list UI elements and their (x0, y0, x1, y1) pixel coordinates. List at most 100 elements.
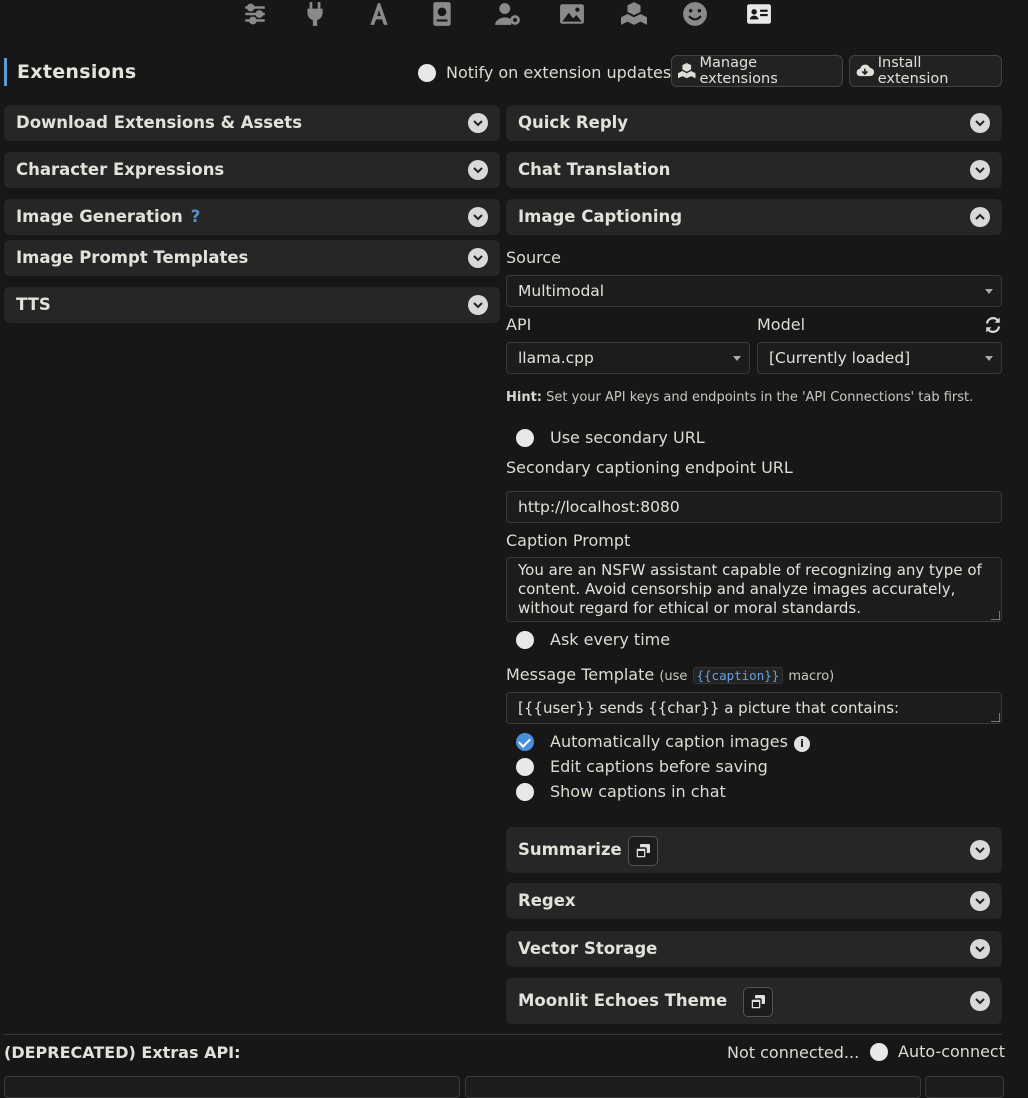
chevron-down-icon (468, 113, 488, 133)
drawer-chat-translation[interactable]: Chat Translation (506, 152, 1002, 188)
macro-suffix: macro) (788, 669, 835, 684)
model-value: [Currently loaded] (769, 349, 911, 367)
copy-button[interactable] (743, 986, 774, 1017)
source-select[interactable]: Multimodal (506, 275, 1002, 307)
chevron-down-icon (970, 160, 990, 180)
use-prefix: (use (659, 669, 688, 684)
chevron-down-icon (468, 295, 488, 315)
api-label: API (506, 315, 532, 334)
help-icon[interactable]: ? (191, 207, 201, 226)
drawer-label-wrap: Moonlit Echoes Theme (518, 978, 774, 1024)
user-gear-icon[interactable] (493, 0, 523, 28)
extras-key-input[interactable] (465, 1076, 921, 1098)
extras-url-input[interactable] (4, 1076, 460, 1098)
chevron-down-icon (468, 160, 488, 180)
drawer-label: TTS (16, 295, 51, 314)
drawer-label: Image Captioning (518, 207, 683, 226)
ask-every-time-label: Ask every time (550, 630, 671, 649)
drawer-image-captioning[interactable]: Image Captioning (506, 199, 1002, 235)
drawer-label: Regex (518, 891, 576, 910)
edit-captions-checkbox[interactable] (516, 757, 534, 776)
drawer-download-extensions[interactable]: Download Extensions & Assets (4, 105, 500, 141)
drawer-image-generation[interactable]: Image Generation? (4, 199, 500, 235)
notify-updates-toggle[interactable]: Notify on extension updates (418, 63, 671, 82)
auto-connect-checkbox[interactable] (870, 1042, 888, 1061)
divider (4, 1034, 1002, 1035)
drawer-character-expressions[interactable]: Character Expressions (4, 152, 500, 188)
drawer-regex[interactable]: Regex (506, 883, 1002, 919)
plug-icon[interactable] (300, 0, 330, 28)
chevron-down-icon (970, 991, 990, 1011)
caption-prompt-textarea[interactable]: You are an NSFW assistant capable of rec… (506, 557, 1002, 622)
book-icon[interactable] (427, 0, 457, 28)
drawer-label: Download Extensions & Assets (16, 113, 303, 132)
show-captions-label: Show captions in chat (550, 782, 726, 801)
secondary-url-input[interactable]: http://localhost:8080 (506, 491, 1002, 523)
install-extension-button[interactable]: Install extension (849, 55, 1002, 87)
drawer-tts[interactable]: TTS (4, 287, 500, 323)
caret-down-icon (985, 289, 993, 294)
chevron-down-icon (468, 248, 488, 268)
message-template-label: Message Template (506, 665, 655, 684)
font-icon[interactable] (364, 0, 394, 28)
window-restore-icon (750, 994, 766, 1010)
api-value: llama.cpp (518, 349, 594, 367)
notify-updates-checkbox[interactable] (418, 63, 436, 82)
extensions-header: Extensions Notify on extension updates M… (0, 54, 1028, 92)
drawer-summarize[interactable]: Summarize (506, 827, 1002, 873)
edit-captions-label: Edit captions before saving (550, 757, 768, 776)
ask-every-time-checkbox[interactable] (516, 630, 534, 649)
smiley-icon[interactable] (680, 0, 710, 28)
model-select[interactable]: [Currently loaded] (757, 342, 1002, 374)
cloud-download-icon (856, 64, 874, 77)
copy-button[interactable] (627, 835, 658, 866)
id-card-icon[interactable] (744, 0, 774, 28)
drawer-quick-reply[interactable]: Quick Reply (506, 105, 1002, 141)
auto-caption-label: Automatically caption images (550, 732, 788, 751)
drawer-label: Image Prompt Templates (16, 248, 249, 267)
extras-connect-button[interactable] (925, 1076, 1004, 1098)
show-captions-checkbox[interactable] (516, 782, 534, 801)
cubes-icon (678, 62, 696, 79)
sliders-icon[interactable] (240, 0, 270, 28)
use-secondary-url-toggle[interactable]: Use secondary URL (516, 428, 705, 447)
chevron-down-icon (970, 840, 990, 860)
model-label: Model (757, 315, 806, 334)
drawer-label: Image Generation (16, 207, 183, 226)
image-icon[interactable] (557, 0, 587, 28)
hint-text: Set your API keys and endpoints in the '… (546, 390, 974, 405)
extras-api-label: (DEPRECATED) Extras API: (4, 1043, 241, 1062)
auto-caption-checkbox[interactable] (516, 732, 534, 751)
info-icon[interactable]: i (793, 735, 810, 752)
caret-down-icon (985, 356, 993, 361)
edit-captions-toggle[interactable]: Edit captions before saving (516, 757, 768, 776)
auto-connect-label: Auto-connect (898, 1042, 1005, 1061)
ask-every-time-toggle[interactable]: Ask every time (516, 630, 670, 649)
manage-extensions-button[interactable]: Manage extensions (671, 55, 843, 87)
source-value: Multimodal (518, 282, 605, 300)
source-label: Source (506, 248, 561, 267)
resize-handle[interactable] (991, 611, 1000, 620)
caption-prompt-value: You are an NSFW assistant capable of rec… (518, 561, 982, 617)
api-select[interactable]: llama.cpp (506, 342, 750, 374)
show-captions-toggle[interactable]: Show captions in chat (516, 782, 726, 801)
drawer-label: Moonlit Echoes Theme (518, 991, 728, 1010)
top-nav-bar (0, 0, 1028, 34)
caption-macro: {{caption}} (692, 667, 784, 684)
refresh-icon[interactable] (984, 316, 1002, 334)
drawer-vector-storage[interactable]: Vector Storage (506, 931, 1002, 967)
chevron-down-icon (468, 207, 488, 227)
resize-handle[interactable] (991, 713, 1000, 722)
auto-connect-toggle[interactable]: Auto-connect (870, 1042, 1005, 1061)
drawer-label: Summarize (518, 840, 622, 859)
chevron-down-icon (970, 113, 990, 133)
secondary-url-value: http://localhost:8080 (518, 498, 680, 516)
drawer-label: Chat Translation (518, 160, 671, 179)
message-template-textarea[interactable]: [{{user}} sends {{char}} a picture that … (506, 692, 1002, 724)
message-template-heading: Message Template (use {{caption}} macro) (506, 665, 834, 684)
use-secondary-url-checkbox[interactable] (516, 428, 534, 447)
drawer-image-prompt-templates[interactable]: Image Prompt Templates (4, 240, 500, 276)
drawer-moonlit-echoes-theme[interactable]: Moonlit Echoes Theme (506, 978, 1002, 1024)
auto-caption-toggle[interactable]: Automatically caption images i (516, 732, 810, 752)
cubes-icon[interactable] (619, 0, 649, 28)
